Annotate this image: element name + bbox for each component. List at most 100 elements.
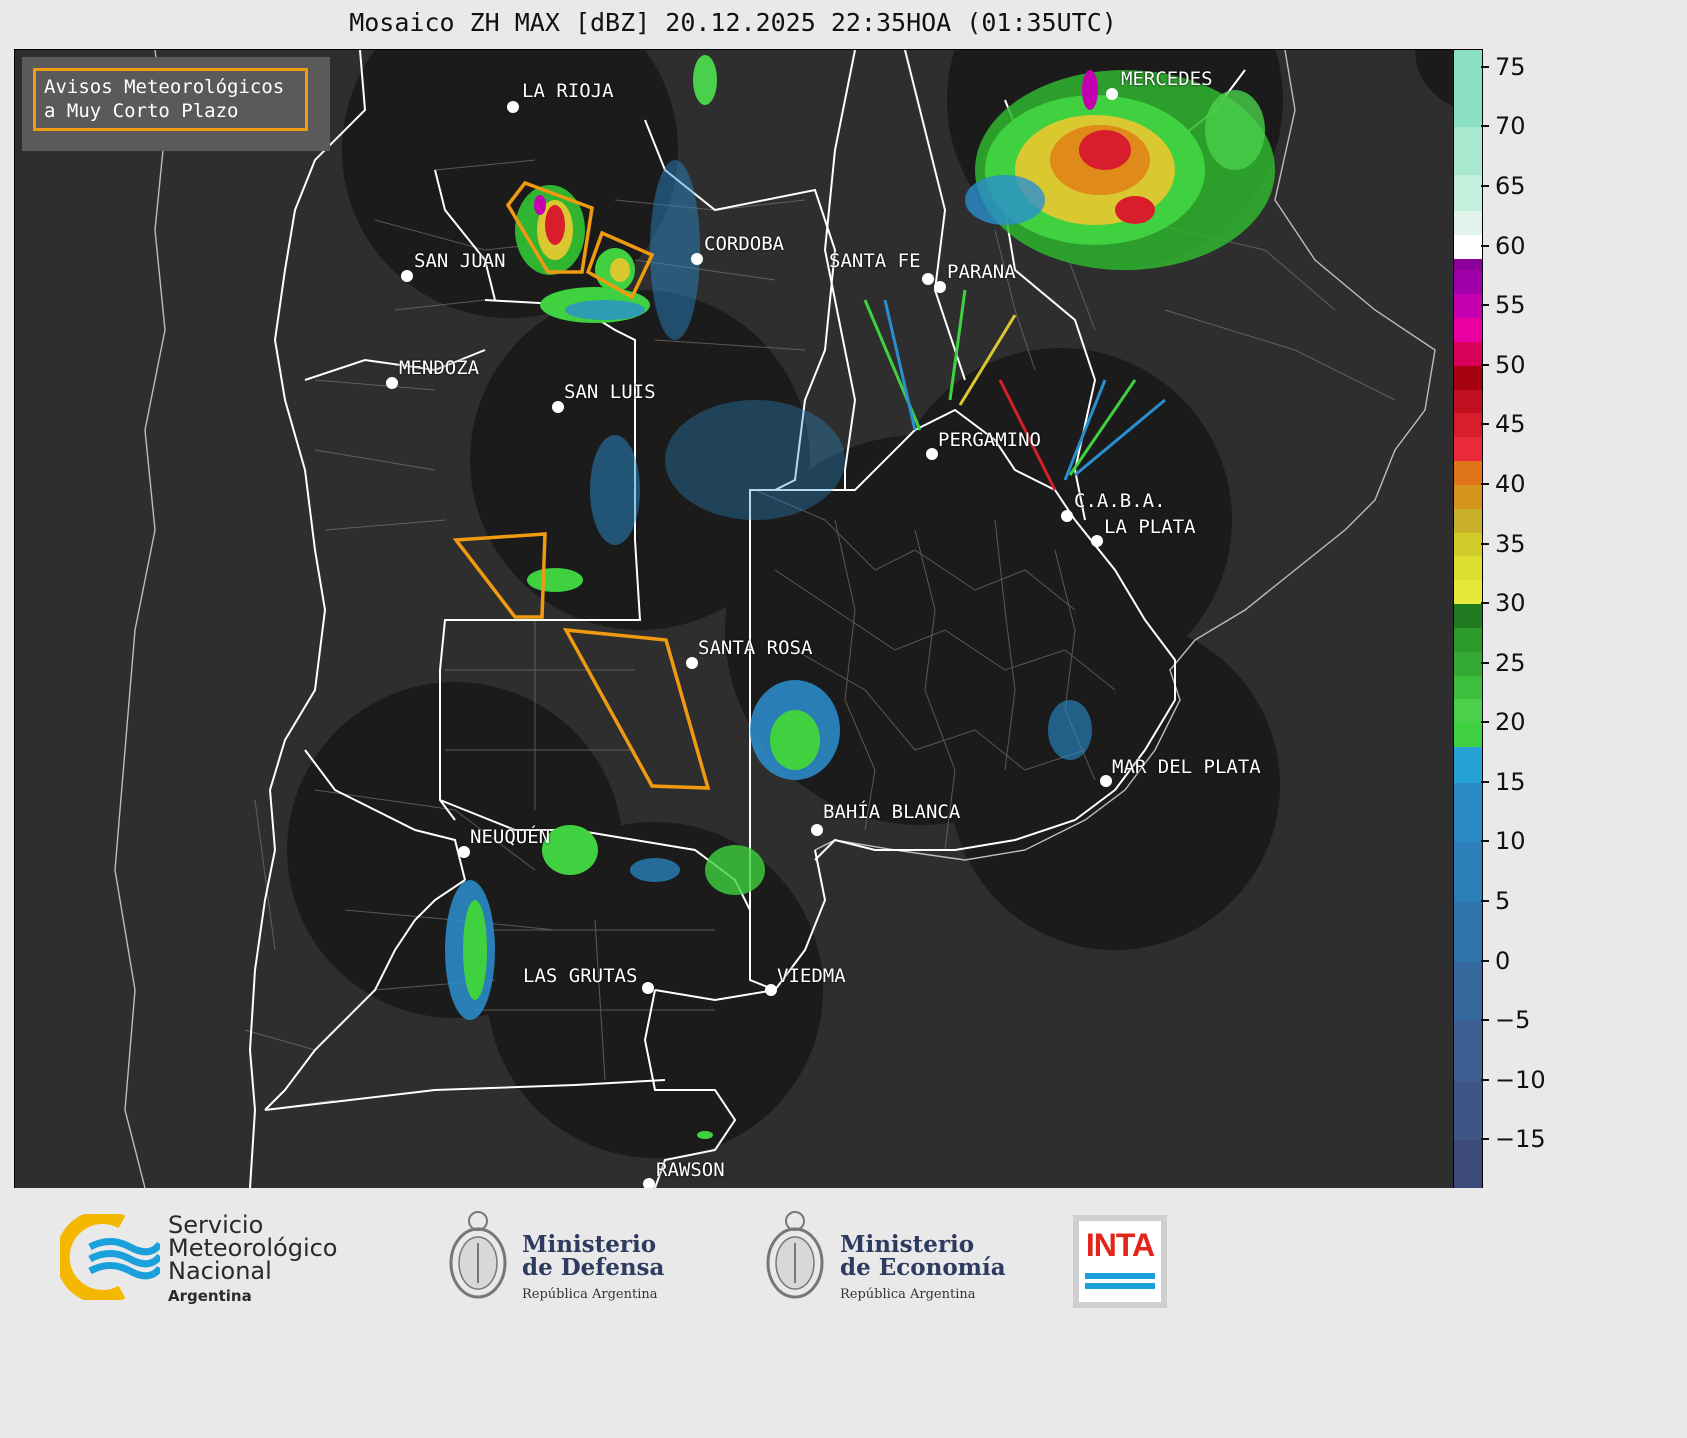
colorbar-segment: [1454, 389, 1482, 414]
city-dot-san-luis[interactable]: [552, 401, 564, 413]
colorbar-tick: [1481, 304, 1489, 307]
colorbar-segment: [1454, 270, 1482, 295]
colorbar-tick: [1481, 959, 1489, 962]
city-dot-la-plata[interactable]: [1091, 535, 1103, 547]
city-dot-santa-fe[interactable]: [922, 273, 934, 285]
colorbar-tick: [1481, 780, 1489, 783]
defensa-line2: de Defensa: [522, 1254, 665, 1281]
colorbar-segment: [1454, 699, 1482, 724]
colorbar-segment: [1454, 175, 1482, 211]
city-dot-cordoba[interactable]: [691, 253, 703, 265]
colorbar-tick-label: 25: [1495, 648, 1526, 677]
city-label-viedma: VIEDMA: [777, 965, 846, 987]
city-dot-san-juan[interactable]: [401, 270, 413, 282]
city-dot-bahia-blanca[interactable]: [811, 824, 823, 836]
defensa-seal-icon: [449, 1211, 507, 1299]
colorbar-tick: [1481, 721, 1489, 724]
city-dot-mar-del-plata[interactable]: [1100, 775, 1112, 787]
colorbar-segment: [1454, 556, 1482, 581]
colorbar-segment: [1454, 318, 1482, 342]
inta-stripe-1: [1085, 1273, 1155, 1279]
colorbar-tick: [1481, 1138, 1489, 1141]
colorbar-tick-label: 35: [1495, 529, 1526, 558]
defensa-line3: República Argentina: [522, 1287, 658, 1302]
colorbar-tick-label: 10: [1495, 827, 1526, 856]
colorbar-tick: [1481, 661, 1489, 664]
city-dot-mendoza[interactable]: [386, 377, 398, 389]
dbz-colorbar: [1453, 49, 1483, 1189]
smn-line4: Argentina: [168, 1287, 252, 1305]
city-dot-la-rioja[interactable]: [507, 101, 519, 113]
colorbar-tick: [1481, 900, 1489, 902]
colorbar-segment: [1454, 961, 1482, 1022]
colorbar-tick-label: 70: [1495, 112, 1526, 141]
city-label-bahia-blanca: BAHÍA BLANCA: [823, 801, 961, 823]
economia-line3: República Argentina: [840, 1287, 976, 1302]
colorbar-segment: [1454, 1021, 1482, 1081]
colorbar-tick: [1481, 423, 1489, 426]
city-dot-mercedes[interactable]: [1106, 88, 1118, 100]
city-dot-neuquen[interactable]: [458, 846, 470, 858]
colorbar-segment: [1454, 50, 1482, 128]
city-dot-caba[interactable]: [1061, 510, 1073, 522]
city-label-pergamino: PERGAMINO: [938, 429, 1041, 451]
city-label-santa-rosa: SANTA ROSA: [698, 637, 813, 659]
city-dot-viedma[interactable]: [765, 984, 777, 996]
colorbar-segment: [1454, 258, 1482, 271]
colorbar-segment: [1454, 532, 1482, 557]
city-label-las-grutas: LAS GRUTAS: [523, 965, 638, 987]
city-label-san-luis: SAN LUIS: [564, 381, 656, 403]
city-dot-pergamino[interactable]: [926, 448, 938, 460]
colorbar-tick: [1481, 840, 1489, 843]
colorbar-tick-label: −10: [1495, 1065, 1546, 1094]
defensa-logo-text: Ministerio de Defensa República Argentin…: [522, 1233, 664, 1306]
smn-line3: Nacional: [168, 1257, 272, 1285]
smn-logo-text: Servicio Meteorológico Nacional Argentin…: [168, 1213, 338, 1308]
colorbar-tick: [1481, 185, 1489, 188]
colorbar-segment: [1454, 1140, 1482, 1188]
colorbar-tick: [1481, 1019, 1489, 1022]
city-label-la-plata: LA PLATA: [1104, 516, 1196, 538]
colorbar-segment: [1454, 341, 1482, 366]
colorbar-tick-label: 55: [1495, 291, 1526, 320]
colorbar-tick-label: 40: [1495, 469, 1526, 498]
economia-line2: de Economía: [840, 1254, 1006, 1281]
city-label-neuquen: NEUQUÉN: [470, 826, 551, 848]
map-canvas: [114, 50, 1453, 1188]
colorbar-segment: [1454, 723, 1482, 748]
colorbar-tick: [1481, 65, 1489, 68]
warnings-legend-frame: Avisos Meteorológicos a Muy Corto Plazo: [33, 68, 308, 131]
city-label-santa-fe: SANTA FE: [829, 250, 921, 272]
city-label-parana: PARANA: [947, 261, 1016, 283]
city-label-mercedes: MERCEDES: [1121, 68, 1213, 90]
colorbar-tick-label: −5: [1495, 1006, 1531, 1035]
colorbar-tick-label: 5: [1495, 887, 1511, 915]
colorbar-tick-label: 0: [1495, 946, 1511, 975]
colorbar-segment: [1454, 675, 1482, 700]
legend-line-1: Avisos Meteorológicos: [44, 76, 285, 98]
city-label-la-rioja: LA RIOJA: [522, 80, 614, 102]
inta-text: INTA: [1085, 1227, 1155, 1263]
smn-logo-icon: [60, 1214, 160, 1300]
colorbar-tick-label: 15: [1495, 767, 1526, 796]
inta-stripe-2: [1085, 1283, 1155, 1289]
city-dot-las-grutas[interactable]: [642, 982, 654, 994]
city-label-san-juan: SAN JUAN: [414, 250, 506, 272]
colorbar-segment: [1454, 234, 1482, 259]
city-dot-parana[interactable]: [934, 281, 946, 293]
economia-logo-text: Ministerio de Economía República Argenti…: [840, 1233, 1006, 1306]
city-dot-santa-rosa[interactable]: [686, 657, 698, 669]
colorbar-tick-label: 30: [1495, 589, 1526, 618]
radar-map[interactable]: LA RIOJA MERCEDES SAN JUAN CORDOBA SANTA…: [14, 49, 1454, 1189]
colorbar-segment: [1454, 413, 1482, 438]
economia-seal-icon: [766, 1211, 824, 1299]
map-title: Mosaico ZH MAX [dBZ] 20.12.2025 22:35HOA…: [349, 8, 1117, 37]
colorbar-tick: [1481, 244, 1489, 247]
colorbar-tick-label: 50: [1495, 350, 1526, 379]
colorbar-tick-label: 75: [1495, 52, 1526, 81]
colorbar-tick-label: −15: [1495, 1125, 1546, 1154]
colorbar-tick: [1481, 482, 1489, 485]
colorbar-segment: [1454, 747, 1482, 783]
colorbar-tick-label: 45: [1495, 410, 1526, 439]
inta-logo: INTA: [1073, 1215, 1167, 1308]
